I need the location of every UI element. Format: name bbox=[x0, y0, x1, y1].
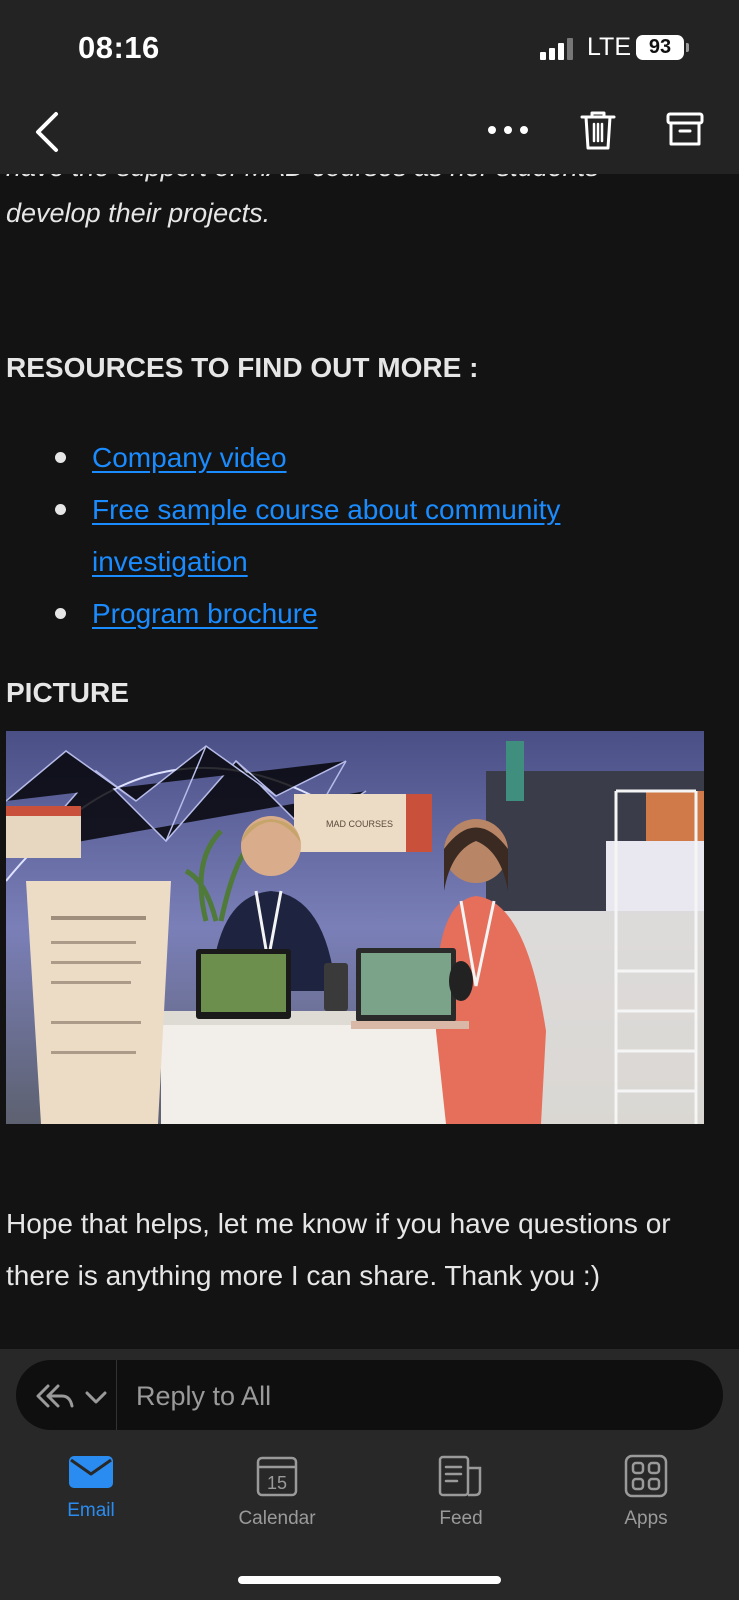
tab-label: Email bbox=[67, 1500, 115, 1521]
tab-label: Calendar bbox=[238, 1508, 316, 1529]
tab-apps[interactable]: Apps bbox=[586, 1454, 706, 1530]
home-indicator[interactable] bbox=[238, 1576, 501, 1584]
battery-tip bbox=[686, 43, 689, 52]
battery-icon: 93 bbox=[636, 35, 684, 60]
tab-label: Apps bbox=[624, 1508, 668, 1529]
trash-icon[interactable] bbox=[578, 108, 618, 152]
picture-heading: PICTURE bbox=[6, 677, 129, 708]
more-icon[interactable] bbox=[486, 118, 530, 142]
calendar-icon: 15 bbox=[256, 1456, 298, 1497]
calendar-day: 15 bbox=[267, 1473, 287, 1493]
tab-email[interactable]: Email bbox=[31, 1454, 151, 1522]
network-label: LTE bbox=[587, 33, 631, 61]
tab-label: Feed bbox=[439, 1508, 483, 1529]
company-video-link[interactable]: Company video bbox=[92, 442, 287, 473]
list-item: Company video bbox=[55, 432, 695, 484]
apps-icon bbox=[624, 1454, 668, 1498]
tab-calendar[interactable]: 15 Calendar bbox=[217, 1454, 337, 1530]
resources-heading: RESOURCES TO FIND OUT MORE : bbox=[6, 352, 479, 383]
signal-icon bbox=[540, 38, 573, 60]
resource-links-list: Company video Free sample course about c… bbox=[55, 432, 695, 640]
free-sample-course-link[interactable]: Free sample course about community inves… bbox=[92, 494, 560, 577]
feed-icon bbox=[438, 1455, 482, 1497]
reply-input[interactable] bbox=[124, 1362, 718, 1430]
closing-line-2: there is anything more I can share. Than… bbox=[6, 1260, 601, 1291]
closing-line-1: Hope that helps, let me know if you have… bbox=[6, 1208, 671, 1239]
status-time: 08:16 bbox=[78, 30, 160, 65]
reply-divider bbox=[116, 1360, 117, 1430]
chevron-down-icon[interactable] bbox=[84, 1387, 108, 1407]
reply-all-icon[interactable] bbox=[34, 1380, 74, 1412]
chevron-left-icon[interactable] bbox=[30, 108, 66, 156]
closing-paragraph: Hope that helps, let me know if you have… bbox=[6, 1198, 739, 1302]
archive-icon[interactable] bbox=[665, 110, 705, 150]
email-text-line: develop their projects. bbox=[6, 198, 271, 228]
program-brochure-link[interactable]: Program brochure bbox=[92, 598, 318, 629]
photo-sign-text: MAD COURSES bbox=[326, 819, 393, 829]
list-item: Free sample course about community inves… bbox=[55, 484, 695, 588]
booth-photo[interactable]: MAD COURSES bbox=[6, 731, 704, 1124]
list-item: Program brochure bbox=[55, 588, 695, 640]
top-bar: 08:16 LTE 93 bbox=[0, 0, 739, 174]
tab-feed[interactable]: Feed bbox=[401, 1454, 521, 1530]
mail-icon bbox=[69, 1456, 113, 1488]
